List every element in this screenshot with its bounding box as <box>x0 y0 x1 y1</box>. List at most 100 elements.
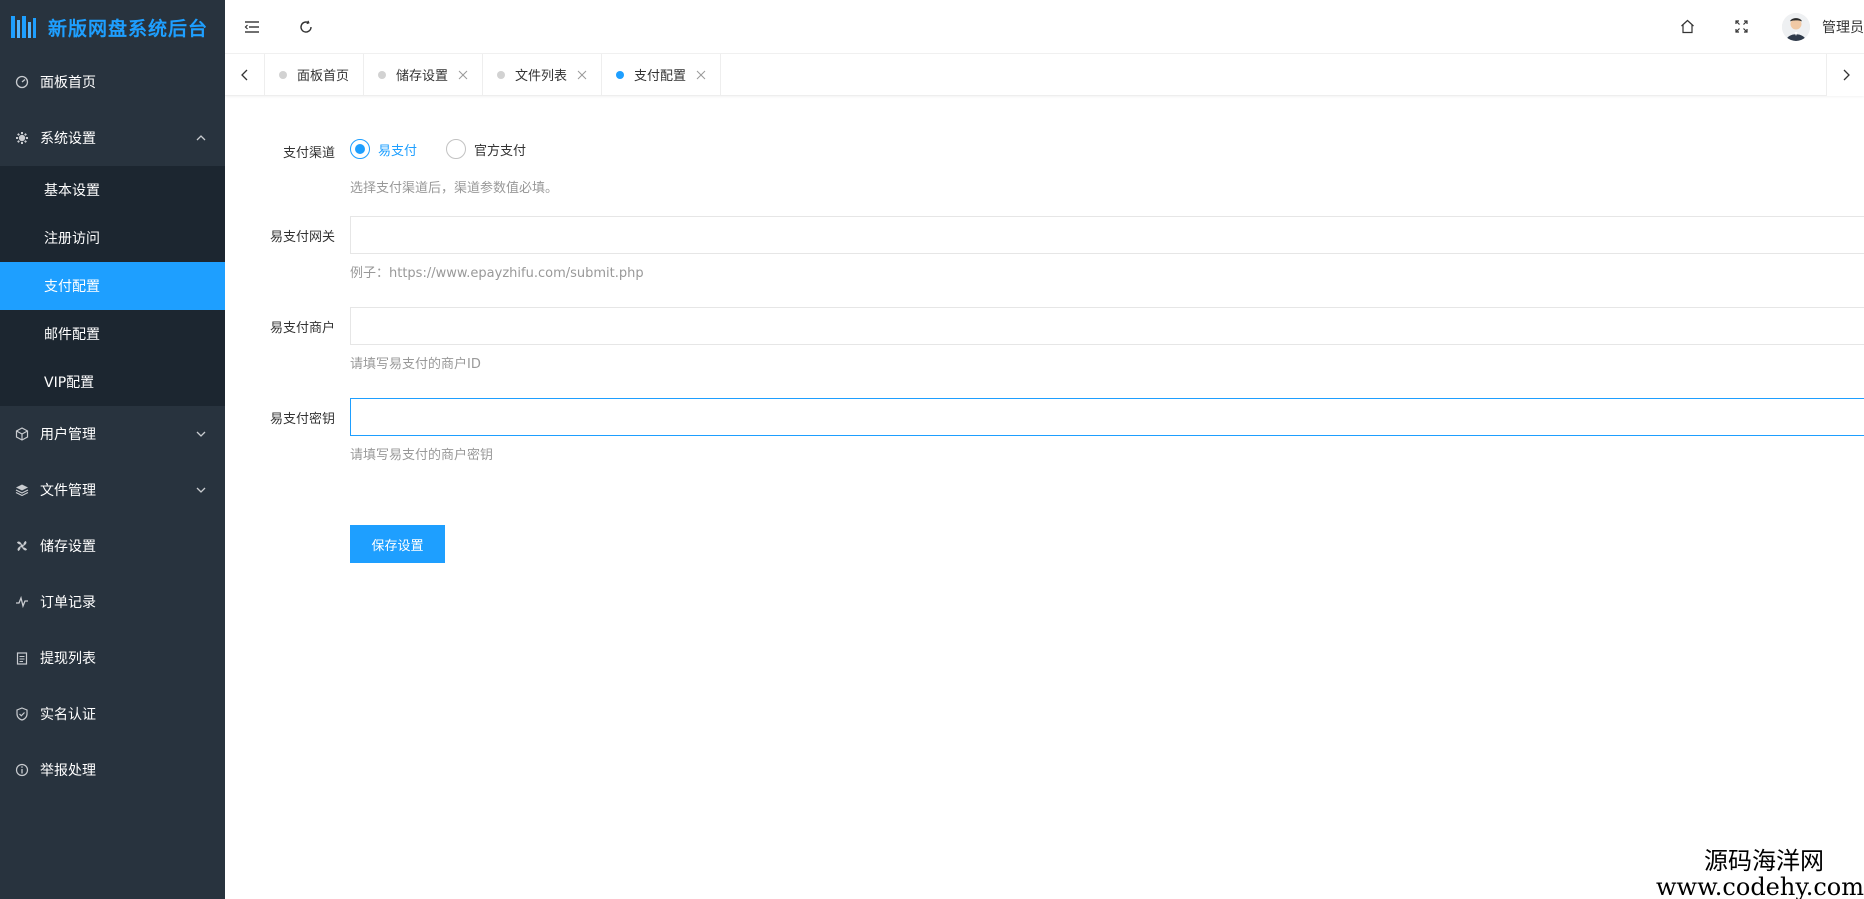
tab-storage-settings[interactable]: 储存设置 <box>364 54 484 95</box>
chevron-right-icon <box>1843 69 1850 81</box>
close-icon[interactable] <box>696 70 706 80</box>
fullscreen-button[interactable] <box>1714 0 1768 54</box>
merchant-label: 易支付商户 <box>269 321 335 336</box>
home-button[interactable] <box>1660 0 1714 54</box>
sidebar-item-label: 系统设置 <box>40 131 96 147</box>
secret-help: 请填写易支付的商户密钥 <box>350 448 494 463</box>
tab-label: 储存设置 <box>396 69 449 84</box>
menu-fold-icon <box>244 20 259 33</box>
save-settings-button[interactable]: 保存设置 <box>350 525 445 563</box>
cube-icon <box>14 426 30 442</box>
fullscreen-icon <box>1734 20 1748 33</box>
sidebar-item-mail-config[interactable]: 邮件配置 <box>0 310 225 358</box>
fan-icon <box>14 538 30 554</box>
radio-label: 官方支付 <box>474 143 527 159</box>
header-right: 管理员 <box>1660 0 1864 54</box>
sidebar-item-label: 支付配置 <box>44 279 100 295</box>
radio-unchecked-icon <box>446 139 466 159</box>
sidebar-item-label: 储存设置 <box>40 539 96 555</box>
tabs-scroll-right-button[interactable] <box>1826 54 1864 96</box>
pulse-icon <box>14 594 30 610</box>
tab-payment-config[interactable]: 支付配置 <box>602 54 722 95</box>
tab-label: 文件列表 <box>515 69 568 84</box>
channel-label: 支付渠道 <box>282 146 335 161</box>
tab-label: 支付配置 <box>634 69 687 84</box>
avatar[interactable] <box>1782 12 1810 41</box>
tabs-scroll-left-button[interactable] <box>225 54 265 95</box>
tab-status-dot <box>279 70 287 79</box>
dashboard-icon <box>14 74 30 90</box>
sidebar-item-vip-config[interactable]: VIP配置 <box>0 358 225 406</box>
secret-label: 易支付密钥 <box>269 412 335 427</box>
gateway-label: 易支付网关 <box>269 230 335 245</box>
tab-status-dot <box>616 70 625 79</box>
sidebar-item-label: 基本设置 <box>44 183 100 199</box>
sidebar-item-label: 举报处理 <box>40 763 96 779</box>
sidebar-item-label: 订单记录 <box>40 595 96 611</box>
shield-check-icon <box>14 706 30 722</box>
sidebar-item-label: 文件管理 <box>40 483 96 499</box>
sidebar-item-label: 提现列表 <box>40 651 96 667</box>
menu-toggle-button[interactable] <box>225 0 279 54</box>
merchant-help: 请填写易支付的商户ID <box>350 357 481 372</box>
sidebar-item-label: 注册访问 <box>44 231 100 247</box>
info-circle-icon <box>14 762 30 778</box>
radio-checked-icon <box>350 139 370 159</box>
sidebar-item-file-management[interactable]: 文件管理 <box>0 462 225 518</box>
watermark: 源码海洋网 www.codehy.com <box>1656 849 1864 899</box>
tab-status-dot <box>378 70 387 79</box>
layers-icon <box>14 482 30 498</box>
secret-input[interactable] <box>350 398 1864 436</box>
tab-dashboard[interactable]: 面板首页 <box>265 54 365 95</box>
user-avatar-icon <box>1782 12 1810 41</box>
chevron-up-icon <box>196 135 206 141</box>
gateway-input[interactable] <box>350 216 1864 254</box>
submenu-system-settings: 基本设置 注册访问 支付配置 邮件配置 VIP配置 <box>0 166 225 406</box>
refresh-icon <box>300 20 312 33</box>
tab-file-list[interactable]: 文件列表 <box>483 54 603 95</box>
sidebar-item-storage-settings[interactable]: 储存设置 <box>0 518 225 574</box>
brand-logo-icon <box>6 10 40 44</box>
sidebar-item-basic-settings[interactable]: 基本设置 <box>0 166 225 214</box>
sidebar-item-register-access[interactable]: 注册访问 <box>0 214 225 262</box>
chevron-left-icon <box>240 69 247 80</box>
tab-bar: 面板首页 储存设置 文件列表 支付配置 <box>225 54 1864 96</box>
sidebar-item-system-settings[interactable]: 系统设置 <box>0 110 225 166</box>
sidebar-item-withdraw-list[interactable]: 提现列表 <box>0 630 225 686</box>
gear-icon <box>14 130 30 146</box>
brand[interactable]: 新版网盘系统后台 <box>0 0 225 54</box>
close-icon[interactable] <box>577 70 587 80</box>
chevron-down-icon <box>196 431 206 437</box>
sidebar-item-report-handling[interactable]: 举报处理 <box>0 742 225 798</box>
sidebar-item-label: 邮件配置 <box>44 327 100 343</box>
payment-config-form: 支付渠道 易支付 官方支付 选择支付渠道后，渠道参数值必填。 易支付网关 例子：… <box>225 97 1864 899</box>
user-name[interactable]: 管理员 <box>1822 17 1864 37</box>
sidebar-item-label: 实名认证 <box>40 707 96 723</box>
sidebar-item-label: 面板首页 <box>40 75 96 91</box>
sidebar-item-label: VIP配置 <box>44 375 95 391</box>
radio-official-pay[interactable]: 官方支付 <box>446 139 526 159</box>
sidebar-item-label: 用户管理 <box>40 427 96 443</box>
channel-help: 选择支付渠道后，渠道参数值必填。 <box>350 181 559 196</box>
sidebar: 新版网盘系统后台 面板首页 系统设置 基本设置 注册访问 支付配置 邮件配置 V… <box>0 0 225 899</box>
home-icon <box>1680 19 1694 34</box>
top-header: 管理员 <box>225 0 1864 54</box>
watermark-line1: 源码海洋网 <box>1704 847 1824 875</box>
sidebar-item-order-records[interactable]: 订单记录 <box>0 574 225 630</box>
sidebar-item-dashboard[interactable]: 面板首页 <box>0 54 225 110</box>
clipboard-icon <box>14 650 30 666</box>
watermark-line2: www.codehy.com <box>1656 873 1864 899</box>
sidebar-item-payment-config[interactable]: 支付配置 <box>0 262 225 310</box>
radio-label: 易支付 <box>378 143 418 159</box>
sidebar-item-user-management[interactable]: 用户管理 <box>0 406 225 462</box>
chevron-down-icon <box>196 487 206 493</box>
brand-title: 新版网盘系统后台 <box>48 17 209 40</box>
radio-epay[interactable]: 易支付 <box>350 139 417 159</box>
merchant-input[interactable] <box>350 307 1864 345</box>
refresh-button[interactable] <box>279 0 333 54</box>
sidebar-item-real-name-auth[interactable]: 实名认证 <box>0 686 225 742</box>
close-icon[interactable] <box>458 70 468 80</box>
tab-label: 面板首页 <box>297 69 350 84</box>
tab-status-dot <box>497 70 506 79</box>
gateway-help: 例子：https://www.epayzhifu.com/submit.php <box>350 266 644 281</box>
